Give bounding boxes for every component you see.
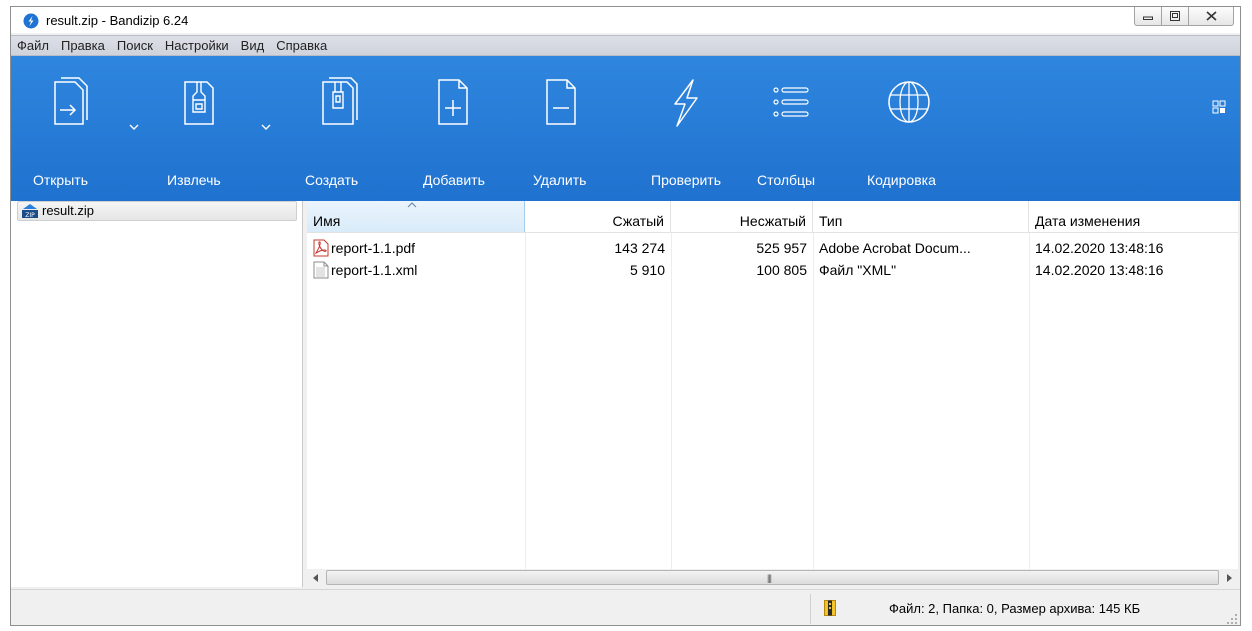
table-row[interactable]: report-1.1.pdf 143 274 525 957 Adobe Acr… xyxy=(307,237,1238,259)
restore-button[interactable] xyxy=(1161,7,1189,26)
file-name: report-1.1.xml xyxy=(331,262,418,278)
column-size-label: Несжатый xyxy=(739,213,806,229)
encoding-label: Кодировка xyxy=(867,172,936,188)
minimize-button[interactable] xyxy=(1134,7,1162,26)
column-divider xyxy=(671,233,672,569)
open-button[interactable]: Открыть xyxy=(27,56,107,201)
column-divider xyxy=(525,233,526,569)
create-archive-icon xyxy=(322,77,358,125)
bandizip-logo-icon xyxy=(23,13,39,29)
sort-ascending-icon xyxy=(407,202,417,208)
test-button[interactable]: Проверить xyxy=(639,56,729,201)
column-divider xyxy=(813,233,814,569)
encoding-button[interactable]: Кодировка xyxy=(851,56,951,201)
restore-icon xyxy=(1170,11,1180,21)
svg-text:ZIP: ZIP xyxy=(25,212,35,219)
file-packed-size: 5 910 xyxy=(629,262,665,278)
file-type: Adobe Acrobat Docum... xyxy=(819,240,971,256)
horizontal-scrollbar[interactable]: ||| xyxy=(307,569,1238,587)
extract-zip-icon xyxy=(184,81,214,125)
scroll-grip-icon: ||| xyxy=(767,573,772,583)
file-packed-size: 143 274 xyxy=(614,240,665,256)
zip-archive-icon: ZIP xyxy=(22,204,38,219)
scroll-left-button[interactable] xyxy=(307,569,324,586)
create-label: Создать xyxy=(305,172,359,188)
scroll-thumb[interactable]: ||| xyxy=(326,570,1219,585)
menu-view[interactable]: Вид xyxy=(235,38,271,53)
title-bar[interactable]: result.zip - Bandizip 6.24 xyxy=(11,7,1240,33)
extract-button[interactable]: Извлечь xyxy=(161,56,241,201)
columns-label: Столбцы xyxy=(757,172,816,188)
lightning-icon xyxy=(674,79,698,127)
status-bar: Файл: 2, Папка: 0, Размер архива: 145 КБ xyxy=(11,589,1240,625)
extract-label: Извлечь xyxy=(167,172,221,188)
open-archive-icon xyxy=(54,77,88,125)
delete-label: Удалить xyxy=(533,172,587,188)
file-list: Имя Сжатый Несжатый Тип Дата изменения r… xyxy=(307,201,1238,587)
columns-button[interactable]: Столбцы xyxy=(751,56,831,201)
create-button[interactable]: Создать xyxy=(299,56,379,201)
status-divider xyxy=(810,594,811,624)
column-packed[interactable]: Сжатый xyxy=(525,201,671,232)
layout-grid-icon[interactable] xyxy=(1212,100,1226,114)
open-label: Открыть xyxy=(33,172,88,188)
columns-list-icon xyxy=(773,87,809,117)
menu-edit[interactable]: Правка xyxy=(55,38,111,53)
menu-help[interactable]: Справка xyxy=(270,38,333,53)
file-size: 525 957 xyxy=(756,240,807,256)
close-button[interactable] xyxy=(1188,7,1234,26)
close-icon xyxy=(1205,11,1217,21)
menu-settings[interactable]: Настройки xyxy=(159,38,235,53)
window-controls xyxy=(1134,7,1234,27)
file-modified: 14.02.2020 13:48:16 xyxy=(1035,262,1164,278)
column-type[interactable]: Тип xyxy=(813,201,1029,232)
tree-item-label: result.zip xyxy=(42,203,95,218)
scroll-right-button[interactable] xyxy=(1221,569,1238,586)
column-modified[interactable]: Дата изменения xyxy=(1029,201,1238,232)
add-file-icon xyxy=(438,79,468,125)
delete-button[interactable]: Удалить xyxy=(523,56,603,201)
arrow-left-icon xyxy=(313,573,318,582)
archive-book-icon xyxy=(824,600,836,616)
minimize-icon xyxy=(1143,16,1153,20)
delete-file-icon xyxy=(546,79,576,125)
column-name[interactable]: Имя xyxy=(307,201,525,232)
resize-grip-icon[interactable] xyxy=(1226,613,1238,625)
file-type: Файл "XML" xyxy=(819,262,897,278)
status-summary: Файл: 2, Папка: 0, Размер архива: 145 КБ xyxy=(889,601,1141,616)
file-modified: 14.02.2020 13:48:16 xyxy=(1035,240,1164,256)
open-dropdown-chevron-icon[interactable] xyxy=(129,124,139,130)
file-name: report-1.1.pdf xyxy=(331,240,416,256)
add-button[interactable]: Добавить xyxy=(409,56,499,201)
menu-bar: Файл Правка Поиск Настройки Вид Справка xyxy=(11,35,1240,56)
add-label: Добавить xyxy=(423,172,485,188)
file-size: 100 805 xyxy=(756,262,807,278)
arrow-right-icon xyxy=(1227,573,1232,582)
column-type-label: Тип xyxy=(819,213,843,229)
folder-tree: ZIP result.zip xyxy=(11,201,303,587)
column-header: Имя Сжатый Несжатый Тип Дата изменения xyxy=(307,201,1238,233)
toolbar: Открыть Извлечь Создать Добавить Удалить… xyxy=(11,56,1240,201)
test-label: Проверить xyxy=(651,172,722,188)
column-packed-label: Сжатый xyxy=(612,213,664,229)
table-row[interactable]: report-1.1.xml 5 910 100 805 Файл "XML" … xyxy=(307,259,1238,281)
column-divider xyxy=(1029,233,1030,569)
column-size[interactable]: Несжатый xyxy=(671,201,813,232)
menu-find[interactable]: Поиск xyxy=(111,38,159,53)
extract-dropdown-chevron-icon[interactable] xyxy=(261,124,271,130)
menu-file[interactable]: Файл xyxy=(11,38,55,53)
app-window: result.zip - Bandizip 6.24 Файл Правка П… xyxy=(10,6,1241,626)
column-modified-label: Дата изменения xyxy=(1035,213,1141,229)
globe-icon xyxy=(888,81,930,123)
tree-item-root[interactable]: ZIP result.zip xyxy=(17,201,297,221)
column-name-label: Имя xyxy=(313,213,341,229)
window-title: result.zip - Bandizip 6.24 xyxy=(46,13,189,28)
